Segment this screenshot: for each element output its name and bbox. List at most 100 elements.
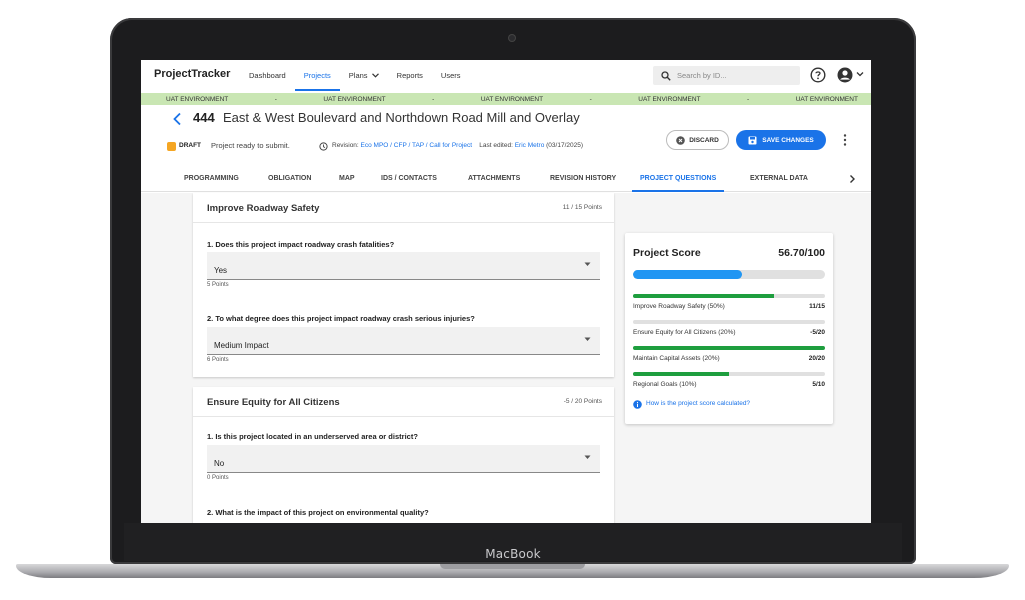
laptop-base-notch: [440, 564, 585, 569]
env-banner-text: UAT ENVIRONMENT: [323, 95, 386, 103]
answer-value: No: [214, 459, 225, 468]
tab-obligation[interactable]: OBLIGATION: [268, 166, 311, 192]
status-badge: DRAFT: [179, 142, 202, 149]
draft-status-icon: [167, 142, 176, 151]
nav-item-projects[interactable]: Projects: [294, 60, 340, 91]
category-progress-bar: [633, 294, 825, 298]
app-logo[interactable]: ProjectTracker: [154, 68, 230, 80]
main-content: Improve Roadway Safety 11 / 15 Points 1.…: [141, 193, 871, 523]
project-number: 444: [193, 110, 215, 125]
section-title: Ensure Equity for All Citizens: [207, 397, 340, 408]
category-progress-bar: [633, 320, 825, 324]
question-text: 2. What is the impact of this project on…: [207, 508, 429, 517]
project-tabs: PROGRAMMING OBLIGATION MAP IDS / CONTACT…: [141, 166, 871, 192]
env-banner-text: -: [432, 95, 435, 103]
category-score: 5/10: [812, 381, 825, 388]
nav-item-plans[interactable]: Plans: [340, 60, 388, 91]
caret-down-icon: [584, 455, 591, 459]
category-progress-fill: [633, 346, 825, 350]
score-help-link[interactable]: How is the project score calculated?: [646, 400, 750, 407]
more-options-icon[interactable]: [842, 133, 848, 147]
account-icon[interactable]: [837, 67, 853, 83]
category-score: 11/15: [809, 303, 825, 310]
category-progress-bar: [633, 346, 825, 350]
chevron-down-icon[interactable]: [856, 70, 864, 78]
tab-revision-history[interactable]: REVISION HISTORY: [550, 166, 616, 192]
nav-item-dashboard[interactable]: Dashboard: [240, 60, 295, 91]
section-points: 11 / 15 Points: [562, 204, 602, 211]
tab-programming[interactable]: PROGRAMMING: [184, 166, 239, 192]
category-label: Improve Roadway Safety (50%): [633, 303, 725, 310]
answer-points: 6 Points: [207, 357, 229, 363]
environment-banner: UAT ENVIRONMENT - UAT ENVIRONMENT - UAT …: [141, 93, 871, 105]
help-icon[interactable]: [810, 67, 826, 83]
category-progress-bar: [633, 372, 825, 376]
save-label: SAVE CHANGES: [762, 136, 814, 144]
screen: ProjectTracker Dashboard Projects Plans …: [141, 60, 871, 523]
score-progress-fill: [633, 270, 742, 279]
category-score: 20/20: [808, 355, 825, 362]
section-header: Ensure Equity for All Citizens -5 / 20 P…: [193, 387, 614, 417]
score-progress-bar: [633, 270, 825, 279]
env-banner-text: -: [747, 95, 750, 103]
section-points: -5 / 20 Points: [563, 398, 602, 405]
question-text: 1. Does this project impact roadway cras…: [207, 240, 395, 249]
question-section-card: Ensure Equity for All Citizens -5 / 20 P…: [193, 387, 614, 523]
answer-points: 0 Points: [207, 475, 229, 481]
nav-item-users[interactable]: Users: [432, 60, 470, 91]
last-edited-label: Last edited:: [479, 142, 513, 149]
project-score-card: Project Score 56.70/100 Improve Roadway …: [625, 233, 833, 424]
score-title: Project Score: [633, 247, 701, 259]
search-placeholder: Search by ID...: [677, 71, 727, 80]
answer-points: 5 Points: [207, 282, 229, 288]
nav-item-plans-label: Plans: [348, 71, 368, 80]
answer-select[interactable]: Medium Impact: [207, 327, 600, 355]
category-progress-fill: [633, 372, 729, 376]
revision-link[interactable]: Eco MPO / CFP / TAP / Call for Project: [361, 142, 473, 149]
revision-icon: [319, 142, 328, 151]
tab-ids-contacts[interactable]: IDS / CONTACTS: [381, 166, 437, 192]
close-circle-icon: [676, 135, 685, 145]
answer-select[interactable]: No: [207, 445, 600, 473]
device-brand: MacBook: [485, 547, 541, 561]
save-icon: [748, 136, 757, 144]
revision-info: Revision: Eco MPO / CFP / TAP / Call for…: [332, 142, 583, 149]
score-value: 56.70/100: [778, 247, 825, 259]
info-icon: [633, 400, 642, 409]
back-arrow-icon[interactable]: [172, 112, 182, 126]
chevron-down-icon: [371, 73, 379, 78]
category-progress-fill: [633, 294, 774, 298]
answer-select[interactable]: Yes: [207, 252, 600, 280]
env-banner-text: UAT ENVIRONMENT: [166, 95, 229, 103]
category-label: Maintain Capital Assets (20%): [633, 355, 720, 362]
revision-label: Revision:: [332, 142, 359, 149]
search-input[interactable]: Search by ID...: [653, 66, 800, 85]
nav-item-reports[interactable]: Reports: [388, 60, 432, 91]
last-edited-by-link[interactable]: Eric Metro: [515, 142, 545, 149]
env-banner-text: -: [589, 95, 592, 103]
main-nav: Dashboard Projects Plans Reports Users: [240, 60, 470, 91]
section-title: Improve Roadway Safety: [207, 203, 320, 214]
tab-project-questions[interactable]: PROJECT QUESTIONS: [632, 166, 725, 192]
answer-value: Medium Impact: [214, 341, 269, 350]
question-section-card: Improve Roadway Safety 11 / 15 Points 1.…: [193, 193, 614, 377]
discard-button[interactable]: DISCARD: [666, 130, 729, 150]
camera-icon: [509, 35, 515, 41]
last-edited-date: (03/17/2025): [546, 142, 584, 149]
category-label: Regional Goals (10%): [633, 381, 697, 388]
env-banner-text: UAT ENVIRONMENT: [480, 95, 544, 103]
caret-down-icon: [584, 262, 591, 266]
question-text: 2. To what degree does this project impa…: [207, 314, 475, 323]
tab-map[interactable]: MAP: [339, 166, 355, 192]
chevron-right-icon[interactable]: [848, 174, 856, 184]
top-nav-bar: ProjectTracker Dashboard Projects Plans …: [141, 60, 871, 91]
tab-external-data[interactable]: EXTERNAL DATA: [750, 166, 808, 192]
question-text: 1. Is this project located in an underse…: [207, 432, 418, 441]
project-name: East & West Boulevard and Northdown Road…: [223, 110, 580, 125]
env-banner-text: UAT ENVIRONMENT: [795, 95, 858, 103]
caret-down-icon: [584, 337, 591, 341]
search-icon: [661, 70, 671, 81]
save-changes-button[interactable]: SAVE CHANGES: [736, 130, 826, 150]
env-banner-text: UAT ENVIRONMENT: [638, 95, 701, 103]
tab-attachments[interactable]: ATTACHMENTS: [468, 166, 520, 192]
